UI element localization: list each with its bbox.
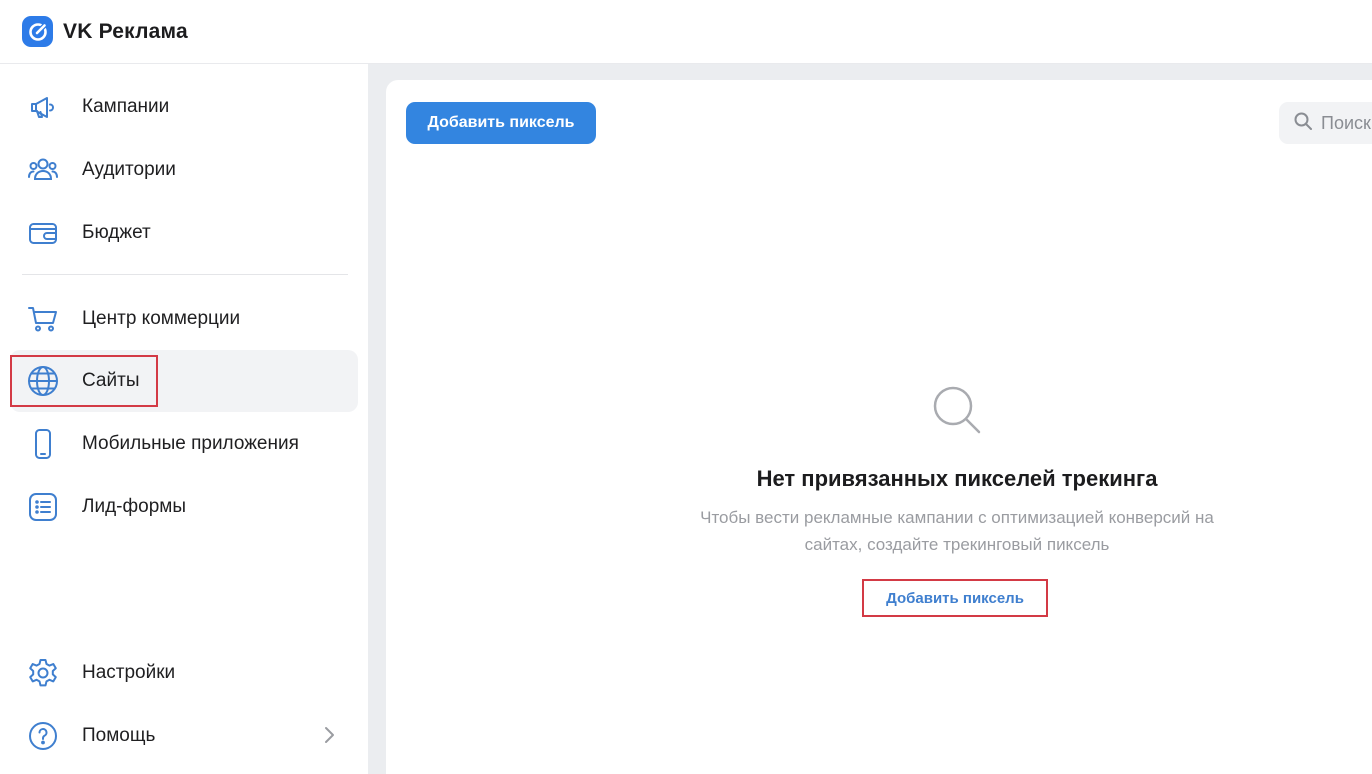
empty-state-description-line: сайтах, создайте трекинговый пиксель	[804, 535, 1110, 554]
sidebar-item-commerce-center[interactable]: Центр коммерции	[10, 288, 358, 350]
add-pixel-link-button[interactable]: Добавить пиксель	[862, 579, 1048, 617]
empty-state-title: Нет привязанных пикселей трекинга	[756, 466, 1158, 491]
add-pixel-button[interactable]: Добавить пиксель	[406, 102, 596, 144]
sidebar-item-label: Сайты	[82, 370, 140, 391]
sidebar-item-label: Лид-формы	[82, 496, 186, 517]
wallet-icon	[26, 216, 60, 250]
megaphone-icon	[26, 90, 60, 124]
sidebar-item-label: Настройки	[82, 662, 176, 683]
app-name: VK Реклама	[63, 19, 188, 43]
form-icon	[26, 490, 60, 524]
sidebar-item-help[interactable]: Помощь	[10, 705, 358, 767]
search-input[interactable]	[1321, 112, 1372, 134]
sidebar-divider	[22, 274, 348, 275]
search-icon	[1293, 111, 1313, 136]
sidebar-item-campaigns[interactable]: Кампании	[10, 76, 358, 138]
empty-state-description-line: Чтобы вести рекламные кампании с оптимиз…	[700, 508, 1214, 527]
globe-icon	[26, 364, 60, 398]
empty-search-icon	[930, 383, 984, 442]
sidebar: Кампании Аудитории Бюджет Центр коммерци…	[0, 64, 368, 774]
sidebar-item-sites[interactable]: Сайты	[10, 350, 358, 412]
sidebar-item-audiences[interactable]: Аудитории	[10, 139, 358, 201]
app-window: VK Реклама Кампании Аудитории Бюджет Цен…	[0, 0, 1372, 774]
sidebar-item-label: Кампании	[82, 96, 170, 117]
sidebar-item-settings[interactable]: Настройки	[10, 642, 358, 704]
logo[interactable]: VK Реклама	[22, 16, 188, 47]
top-header: VK Реклама	[0, 0, 1372, 64]
sidebar-item-lead-forms[interactable]: Лид-формы	[10, 476, 358, 538]
search-box[interactable]	[1279, 102, 1372, 144]
sidebar-item-mobile-apps[interactable]: Мобильные приложения	[10, 413, 358, 475]
phone-icon	[26, 427, 60, 461]
sidebar-item-budget[interactable]: Бюджет	[10, 202, 358, 264]
sidebar-item-label: Мобильные приложения	[82, 433, 299, 454]
users-icon	[26, 153, 60, 187]
chevron-right-icon	[322, 725, 336, 750]
sidebar-item-label: Центр коммерции	[82, 308, 241, 329]
sidebar-item-label: Бюджет	[82, 222, 151, 243]
cart-icon	[26, 302, 60, 336]
pixels-panel: Добавить пиксель Нет привязанных пикселе…	[386, 80, 1372, 774]
help-icon	[26, 719, 60, 753]
sidebar-item-label: Аудитории	[82, 159, 176, 180]
gear-icon	[26, 656, 60, 690]
sidebar-item-label: Помощь	[82, 725, 156, 746]
vk-ads-logo-icon	[22, 16, 53, 47]
empty-state-description: Чтобы вести рекламные кампании с оптимиз…	[642, 504, 1272, 558]
